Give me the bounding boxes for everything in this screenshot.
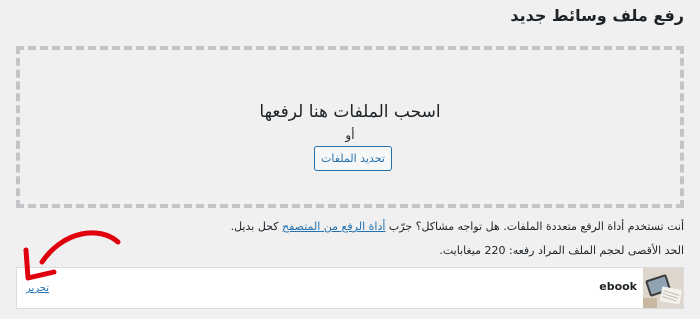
browser-uploader-link[interactable]: أداة الرفع من المتصفح [282,220,385,233]
page-title: رفع ملف وسائط جديد [510,6,684,25]
media-filename: ebook [599,280,637,293]
annotation-arrow-icon [23,230,121,281]
uploader-note-prefix: أنت تستخدم أداة الرفع متعددة الملفات. هل… [385,220,684,233]
uploader-note-suffix: كحل بديل. [230,220,282,233]
media-upload-page: رفع ملف وسائط جديد اسحب الملفات هنا لرفع… [0,0,700,319]
select-files-button[interactable]: تحديد الملفات [314,146,392,171]
drop-instructions: اسحب الملفات هنا لرفعها [259,102,441,122]
uploader-note: أنت تستخدم أداة الرفع متعددة الملفات. هل… [231,220,684,233]
max-upload-size: الحد الأقصى لحجم الملف المراد رفعه: 220 … [439,244,684,257]
drop-zone[interactable]: اسحب الملفات هنا لرفعها أو تحديد الملفات [16,46,684,208]
drop-or-text: أو [345,128,355,142]
ebook-thumbnail-image [643,268,683,308]
